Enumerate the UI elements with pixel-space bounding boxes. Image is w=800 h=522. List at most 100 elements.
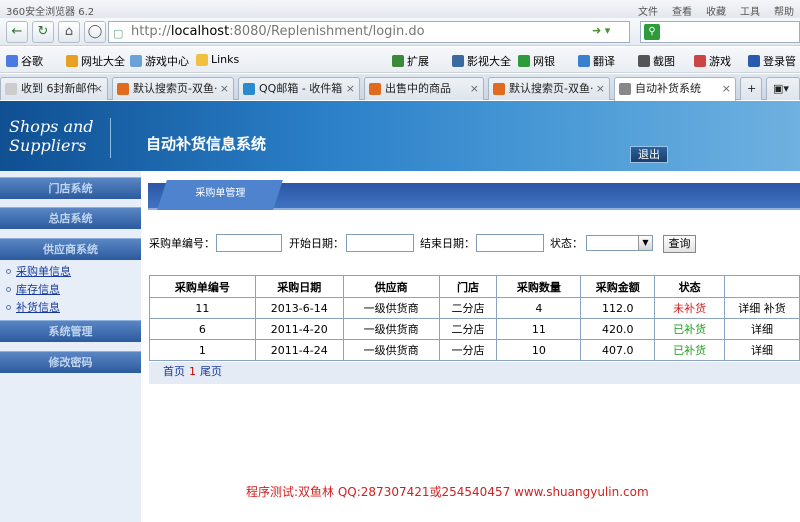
fav-item-game-center[interactable]: 游戏中心: [130, 53, 189, 69]
sidebar-store-system[interactable]: 门店系统: [0, 177, 141, 199]
game-icon: [130, 55, 142, 67]
page-icon: ▢: [113, 27, 124, 40]
fav-item-login-manager[interactable]: 登录管: [748, 53, 796, 69]
gamepad-icon: [694, 55, 706, 67]
menu-favorites[interactable]: 收藏: [706, 3, 726, 18]
close-icon[interactable]: ×: [596, 78, 605, 99]
last-page-link[interactable]: 尾页: [200, 365, 222, 378]
sidebar-supplier-system[interactable]: 供应商系统: [0, 238, 141, 260]
user-icon: [748, 55, 760, 67]
tab-qq-mail[interactable]: QQ邮箱 - 收件箱 ×: [238, 77, 360, 100]
close-icon[interactable]: ×: [722, 78, 731, 99]
address-toolbar: ← ↻ ⌂ ◯ ▢ http://localhost:8080/Replenis…: [0, 18, 800, 46]
section-header: 采购单管理: [148, 180, 800, 210]
menu-file[interactable]: 文件: [638, 3, 658, 18]
cell-date: 2013-6-14: [254, 297, 344, 319]
fav-item-web-directory[interactable]: 网址大全: [66, 53, 125, 69]
query-button[interactable]: 查询: [663, 235, 696, 253]
tab-mail-notice[interactable]: 收到 6封新邮件 ×: [0, 77, 108, 100]
cell-actions-detail[interactable]: 详细: [724, 339, 800, 361]
app-banner: [0, 101, 800, 171]
close-icon[interactable]: ×: [470, 78, 479, 99]
end-date-input[interactable]: [476, 234, 544, 252]
current-page: 1: [189, 365, 196, 378]
cell-store: 二分店: [438, 318, 498, 340]
status-label: 状态：: [550, 237, 583, 250]
chevron-down-icon[interactable]: ▼: [638, 236, 652, 250]
shop-icon: [369, 83, 381, 95]
refresh-icon[interactable]: ↻: [32, 21, 54, 43]
fav-item-translate[interactable]: 翻译: [578, 53, 615, 69]
cell-store: 二分店: [438, 297, 498, 319]
tab-search-1[interactable]: 默认搜索页-双鱼· ×: [112, 77, 234, 100]
shield-icon[interactable]: ◯: [84, 21, 106, 43]
tab-replenishment[interactable]: 自动补货系统 ×: [614, 77, 736, 101]
col-actions: [724, 275, 800, 298]
col-supplier: 供应商: [342, 275, 440, 298]
sidebar-change-password[interactable]: 修改密码: [0, 351, 141, 373]
menu-help[interactable]: 帮助: [774, 3, 794, 18]
tab-strip: 收到 6封新邮件 × 默认搜索页-双鱼· × QQ邮箱 - 收件箱 × 出售中的商品 ×…: [0, 74, 800, 101]
footer-credit: 程序测试:双鱼林 QQ:287307421或254540457 www.shua…: [246, 485, 649, 499]
cell-status: 已补货: [654, 318, 726, 340]
cell-quantity: 11: [496, 318, 582, 340]
close-icon[interactable]: ×: [94, 78, 103, 99]
close-icon[interactable]: ×: [346, 78, 355, 99]
new-tab-button[interactable]: +: [740, 77, 762, 100]
start-date-label: 开始日期：: [289, 237, 344, 250]
folder-icon: [196, 53, 208, 66]
fav-item-screenshot[interactable]: 截图: [638, 53, 675, 69]
fav-item-extensions[interactable]: 扩展: [392, 53, 429, 69]
cell-supplier: 一级供货商: [342, 318, 440, 340]
end-date-label: 结束日期：: [420, 237, 475, 250]
order-no-input[interactable]: [216, 234, 282, 252]
first-page-link[interactable]: 首页: [163, 365, 185, 378]
menu-view[interactable]: 查看: [672, 3, 692, 18]
col-store: 门店: [438, 275, 498, 298]
cell-actions-detail[interactable]: 详细: [724, 318, 800, 340]
close-icon[interactable]: ×: [220, 78, 229, 99]
status-select[interactable]: ▼: [586, 235, 653, 251]
tab-products[interactable]: 出售中的商品 ×: [364, 77, 484, 100]
search-engine-icon[interactable]: ⚲: [644, 24, 660, 40]
google-icon: [6, 55, 18, 67]
back-arrow-icon[interactable]: ←: [6, 21, 28, 43]
start-date-input[interactable]: [346, 234, 414, 252]
purchase-order-table: 采购单编号 采购日期 供应商 门店 采购数量 采购金额 状态 11 2013-6…: [149, 275, 800, 361]
bullet-icon: [6, 286, 11, 292]
fav-item-google[interactable]: 谷歌: [6, 53, 43, 69]
system-name: 自动补货信息系统: [146, 135, 267, 153]
bullet-icon: [6, 268, 11, 274]
pagination: 首页 1 尾页: [149, 362, 800, 384]
cell-order-no: 11: [149, 297, 256, 319]
app-logo: Shops and Suppliers: [9, 117, 94, 155]
tab-list-icon[interactable]: ▣▾: [766, 77, 800, 100]
fav-item-links[interactable]: Links: [196, 53, 239, 66]
cell-date: 2011-4-24: [254, 339, 344, 361]
cell-amount: 112.0: [580, 297, 656, 319]
menu-tools[interactable]: 工具: [740, 3, 760, 18]
home-icon[interactable]: ⌂: [58, 21, 80, 43]
url-go-icon[interactable]: ➜ ▾: [592, 24, 610, 37]
sidebar-item-inventory[interactable]: 库存信息: [6, 281, 60, 297]
sidebar-item-replenishment[interactable]: 补货信息: [6, 299, 60, 315]
sidebar-item-purchase-orders[interactable]: 采购单信息: [6, 263, 71, 279]
section-title-tab: 采购单管理: [157, 180, 283, 210]
fav-item-banking[interactable]: 网银: [518, 53, 555, 69]
table-row: 11 2013-6-14 一级供货商 二分店 4 112.0 未补货 详细 补货: [149, 297, 800, 319]
cell-supplier: 一级供货商: [342, 297, 440, 319]
cell-actions-detail-replenish[interactable]: 详细 补货: [724, 297, 800, 319]
bullet-icon: [6, 304, 11, 310]
page-icon: [619, 83, 631, 95]
search-page-icon: [493, 83, 505, 95]
sidebar-system-management[interactable]: 系统管理: [0, 320, 141, 342]
table-row: 6 2011-4-20 一级供货商 二分店 11 420.0 已补货 详细: [149, 318, 800, 340]
fav-item-video[interactable]: 影视大全: [452, 53, 511, 69]
tab-search-2[interactable]: 默认搜索页-双鱼· ×: [488, 77, 610, 100]
url-input[interactable]: ▢ http://localhost:8080/Replenishment/lo…: [108, 21, 630, 43]
logout-button[interactable]: 退出: [630, 146, 668, 163]
banner-divider: [110, 118, 111, 158]
sidebar-head-store-system[interactable]: 总店系统: [0, 207, 141, 229]
fav-item-games[interactable]: 游戏: [694, 53, 731, 69]
search-input[interactable]: ⚲: [640, 21, 800, 43]
